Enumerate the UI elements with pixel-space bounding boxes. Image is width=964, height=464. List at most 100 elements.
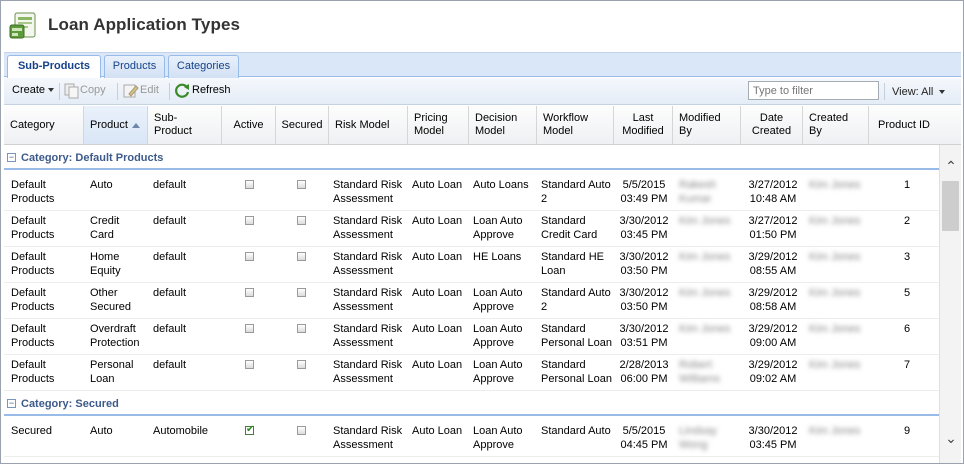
secured-checkbox[interactable]: [297, 324, 306, 333]
cell-sub-product: default: [153, 215, 187, 227]
cell-modified-by: Kim Jones: [679, 287, 731, 299]
loan-app-icon: [9, 12, 36, 39]
secured-checkbox[interactable]: [297, 426, 306, 435]
cell-category: Default Products: [11, 251, 55, 277]
column-header-decision-model[interactable]: Decision Model: [469, 106, 537, 144]
column-header-modified-by[interactable]: Modified By: [673, 106, 741, 144]
app-window: Loan Application Types Sub-Products Prod…: [0, 0, 964, 464]
cell-last-modified: 3/30/2012 03:50 PM: [619, 251, 669, 277]
table-row[interactable]: Default Products Credit Card default Standa…: [4, 211, 939, 247]
column-header-active[interactable]: Active: [222, 106, 276, 144]
active-checkbox[interactable]: [245, 424, 254, 435]
secured-checkbox[interactable]: [297, 288, 306, 297]
group-header[interactable]: − Category: Default Products: [4, 145, 939, 173]
scroll-down-icon[interactable]: ⌄: [944, 431, 958, 445]
table-row[interactable]: Default Products Home Equity default Standa…: [4, 247, 939, 283]
group-label: Category: Default Products: [21, 152, 164, 164]
table-row[interactable]: Default Products Auto default Standard Risk…: [4, 175, 939, 211]
cell-date-created: 3/29/2012 08:58 AM: [748, 287, 798, 313]
active-checkbox[interactable]: [245, 216, 254, 225]
chevron-down-icon: [48, 88, 55, 93]
column-header-secured[interactable]: Secured: [276, 106, 329, 144]
table-row[interactable]: Default Products Overdraft Protection defa…: [4, 319, 939, 355]
cell-date-created: 3/27/2012 10:48 AM: [748, 179, 798, 205]
column-header-pricing-model[interactable]: Pricing Model: [408, 106, 469, 144]
collapse-icon[interactable]: −: [7, 153, 16, 162]
view-dropdown[interactable]: View: All: [892, 86, 946, 98]
group-divider: [4, 168, 939, 170]
secured-checkbox[interactable]: [297, 360, 306, 369]
column-header-product[interactable]: Product: [84, 106, 148, 144]
filter-input[interactable]: [748, 81, 879, 100]
cell-created-by: Kim Jones: [809, 179, 861, 191]
column-header-last-modified[interactable]: Last Modified: [614, 106, 673, 144]
cell-pricing-model: Auto Loan: [412, 425, 463, 437]
cell-risk-model: Standard Risk Assessment: [333, 425, 403, 451]
cell-pricing-model: Auto Loan: [412, 251, 463, 263]
refresh-button[interactable]: Refresh: [192, 84, 231, 96]
secured-checkbox[interactable]: [297, 180, 306, 189]
group-header[interactable]: − Category: Secured: [4, 385, 939, 419]
cell-date-created: 3/29/2012 08:55 AM: [748, 251, 798, 277]
column-header-category[interactable]: Category: [4, 106, 84, 144]
column-header-label: Pricing Model: [414, 112, 448, 137]
secured-checkbox[interactable]: [297, 252, 306, 261]
cell-product-id: 3: [903, 251, 911, 263]
cell-workflow-model: Standard Personal Loan: [541, 323, 612, 349]
tab-sub-products[interactable]: Sub-Products: [7, 55, 101, 79]
column-header-risk-model[interactable]: Risk Model: [329, 106, 408, 144]
column-header-label: Product ID: [878, 118, 930, 131]
cell-product-id: 1: [903, 179, 911, 191]
vertical-scrollbar[interactable]: ⌃ ⌄: [939, 145, 961, 463]
tab-categories[interactable]: Categories: [168, 55, 239, 78]
column-header-label: Sub-Product: [154, 112, 192, 137]
cell-last-modified: 3/30/2012 03:51 PM: [619, 323, 669, 349]
cell-date-created: 3/29/2012 09:02 AM: [748, 359, 798, 385]
cell-workflow-model: Standard Auto: [541, 425, 611, 437]
cell-risk-model: Standard Risk Assessment: [333, 359, 403, 385]
cell-product-id: 7: [903, 359, 911, 371]
cell-risk-model: Standard Risk Assessment: [333, 251, 403, 277]
toolbar: Create Copy Edit Refresh View: All: [4, 78, 961, 105]
cell-pricing-model: Auto Loan: [412, 179, 463, 191]
active-checkbox[interactable]: [245, 180, 254, 189]
cell-pricing-model: Auto Loan: [412, 359, 463, 371]
cell-created-by: Kim Jones: [809, 359, 861, 371]
secured-checkbox[interactable]: [297, 216, 306, 225]
cell-created-by: Kim Jones: [809, 251, 861, 263]
active-checkbox[interactable]: [245, 252, 254, 261]
tab-products[interactable]: Products: [104, 55, 165, 78]
cell-workflow-model: Standard Personal Loan: [541, 359, 612, 385]
copy-button[interactable]: Copy: [80, 84, 106, 96]
active-checkbox[interactable]: [245, 288, 254, 297]
cell-created-by: Kim Jones: [809, 287, 861, 299]
toolbar-divider: [884, 83, 885, 100]
edit-button[interactable]: Edit: [140, 84, 159, 96]
column-header-product-id[interactable]: Product ID: [869, 106, 939, 144]
cell-workflow-model: Standard HE Loan: [541, 251, 604, 277]
cell-risk-model: Standard Risk Assessment: [333, 215, 403, 241]
collapse-icon[interactable]: −: [7, 399, 16, 408]
cell-product: Other Secured: [90, 287, 131, 313]
table-row[interactable]: Secured Auto Automobile Standard Risk Asses…: [4, 421, 939, 457]
scroll-up-icon[interactable]: ⌃: [944, 159, 958, 173]
create-button[interactable]: Create: [12, 84, 55, 96]
cell-created-by: Kim Jones: [809, 323, 861, 335]
active-checkbox[interactable]: [245, 360, 254, 369]
column-header-workflow-model[interactable]: Workflow Model: [537, 106, 614, 144]
active-checkbox[interactable]: [245, 324, 254, 333]
column-header-sub-product[interactable]: Sub-Product: [148, 106, 222, 144]
cell-pricing-model: Auto Loan: [412, 215, 463, 227]
toolbar-divider: [117, 83, 118, 100]
column-header-created-by[interactable]: Created By: [803, 106, 869, 144]
cell-category: Default Products: [11, 179, 55, 205]
scrollbar-thumb[interactable]: [942, 181, 959, 231]
cell-category: Secured: [11, 425, 52, 437]
cell-modified-by: Kim Jones: [679, 251, 731, 263]
column-header-label: Date Created: [751, 112, 792, 137]
table-row[interactable]: Default Products Other Secured default Stan…: [4, 283, 939, 319]
cell-last-modified: 5/5/2015 04:45 PM: [620, 425, 668, 451]
column-header-label: Decision Model: [475, 112, 518, 137]
cell-date-created: 3/29/2012 09:00 AM: [748, 323, 798, 349]
column-header-date-created[interactable]: Date Created: [741, 106, 803, 144]
